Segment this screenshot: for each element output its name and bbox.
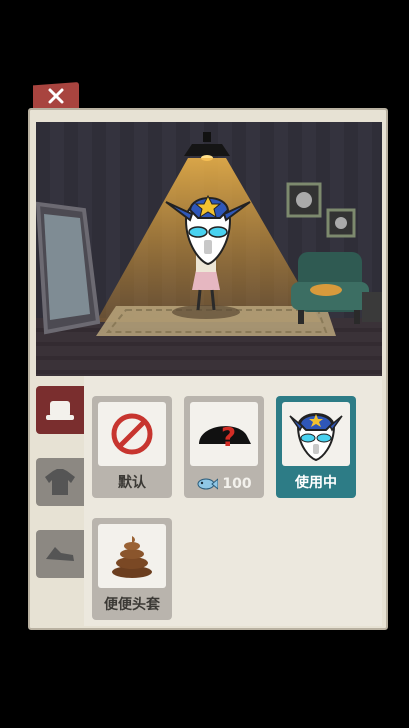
close-x-icon [48,88,64,104]
close-button[interactable] [33,82,79,110]
shoes-icon [46,547,74,561]
tab-shirt[interactable] [36,458,84,506]
shirt-icon [45,469,75,495]
svg-text:?: ? [221,423,236,453]
tab-shoes[interactable] [36,530,84,578]
item-price: 100 [184,476,264,492]
item-thumb: ? [190,402,258,466]
mirror [36,201,101,335]
item-default[interactable]: 默认 [92,396,172,498]
none-icon [111,413,153,455]
item-thumb [282,402,350,466]
item-thumb [98,524,166,588]
armchair [291,252,369,324]
poop-hat-icon [112,536,152,578]
price-value: 100 [222,476,252,492]
mystery-hat-icon: ? [199,423,251,453]
item-mystery-hat[interactable]: ? 100 [184,396,264,498]
item-thumb [98,402,166,466]
item-grid: 默认 ? 100 使用中 便便头套 [84,376,382,626]
item-label: 使用中 [295,475,337,491]
item-ultraman-mask[interactable]: 使用中 [276,396,356,498]
wardrobe-panel: 默认 ? 100 使用中 便便头套 [28,108,388,630]
item-label: 便便头套 [104,597,160,613]
ultraman-mask-icon [289,413,343,462]
tab-hat[interactable] [36,386,84,434]
scene-illustration [36,132,382,336]
item-poop-hat[interactable]: 便便头套 [92,518,172,620]
hat-icon [46,401,74,420]
item-label: 默认 [118,475,146,491]
character-preview-scene [36,122,382,376]
fish-icon [197,478,219,490]
category-tabs [36,386,84,602]
